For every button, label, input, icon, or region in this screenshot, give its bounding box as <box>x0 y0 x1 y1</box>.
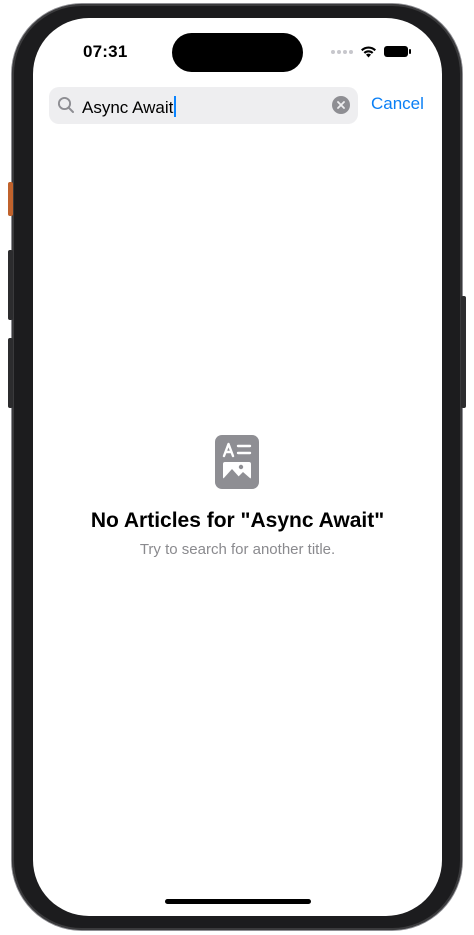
search-query-text: Async Await <box>82 98 174 117</box>
clear-search-button[interactable] <box>332 96 350 114</box>
text-caret <box>174 96 177 117</box>
search-field[interactable]: Async Await <box>49 87 358 124</box>
article-glyph-icon <box>222 442 252 479</box>
status-icons <box>331 45 411 58</box>
power-button <box>461 296 466 408</box>
battery-icon <box>384 46 411 57</box>
cellular-signal-icon <box>331 49 353 54</box>
empty-state-title: No Articles for "Async Await" <box>90 509 385 532</box>
close-icon <box>337 101 345 109</box>
article-placeholder-icon <box>215 435 259 489</box>
volume-up-button <box>8 250 13 320</box>
screen: 07:31 Async Await Cancel No Articles for… <box>33 18 442 916</box>
home-indicator[interactable] <box>165 899 311 904</box>
search-input[interactable]: Async Await <box>82 96 177 118</box>
wifi-icon <box>361 46 376 58</box>
cancel-button[interactable]: Cancel <box>371 94 424 114</box>
search-icon <box>57 96 74 113</box>
volume-down-button <box>8 338 13 408</box>
empty-state-subtitle: Try to search for another title. <box>139 541 336 558</box>
action-button <box>8 182 13 216</box>
dynamic-island <box>172 33 303 72</box>
app-stage: 07:31 Async Await Cancel No Articles for… <box>0 0 474 935</box>
status-time: 07:31 <box>83 42 128 61</box>
